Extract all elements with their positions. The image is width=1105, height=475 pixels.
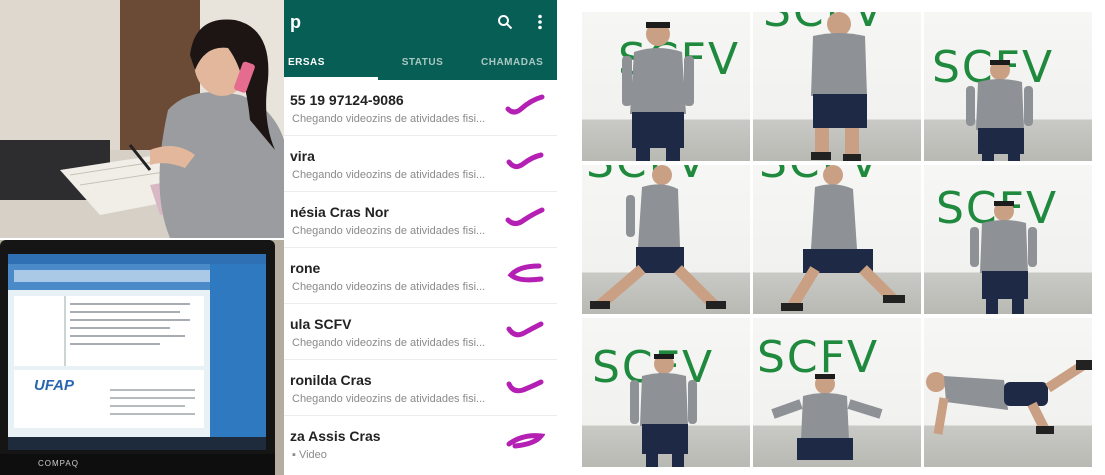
handdrawn-check-mark (505, 207, 545, 226)
chat-preview: Chegando videozins de atividades fisi... (292, 281, 486, 293)
chat-row[interactable]: ronilda Cras Chegando videozins de ativi… (284, 360, 557, 416)
chat-row[interactable]: rone Chegando videozins de atividades fi… (284, 248, 557, 304)
handdrawn-check-mark (506, 379, 544, 394)
chat-preview: Chegando videozins de atividades fisi... (292, 169, 486, 181)
chat-row[interactable]: ula SCFV Chegando videozins de atividade… (284, 304, 557, 360)
photo-woman-on-phone (0, 0, 290, 238)
tab-bar: ERSAS STATUS CHAMADAS (284, 50, 557, 80)
chat-name: nésia Cras Nor (290, 204, 389, 220)
chat-row[interactable]: nésia Cras Nor Chegando videozins de ati… (284, 192, 557, 248)
person-illustration (966, 60, 1033, 161)
laptop-brand: COMPAQ (38, 459, 79, 468)
laptop-logo: UFAP (34, 377, 75, 394)
exercise-photo: SCFV (753, 12, 921, 161)
chat-name: vira (290, 148, 315, 164)
handdrawn-check-mark (506, 152, 544, 170)
person-illustration (590, 165, 726, 310)
chat-preview: Chegando videozins de atividades fisi... (292, 393, 486, 405)
chat-row[interactable]: vira Chegando videozins de atividades fi… (284, 136, 557, 192)
chat-preview: Chegando videozins de atividades fisi... (292, 337, 486, 349)
exercise-photo (924, 318, 1092, 467)
photo-laptop-screen: UFAP COMPAQ (0, 240, 290, 475)
person-illustration (622, 22, 694, 161)
search-icon[interactable] (497, 14, 513, 35)
woman-on-phone-illustration (0, 0, 290, 238)
chat-preview: Chegando videozins de atividades fisi... (292, 225, 486, 237)
tab-status[interactable]: STATUS (378, 50, 468, 80)
chat-preview: ▪ Video (292, 449, 327, 461)
chat-name: rone (290, 260, 321, 276)
tab-conversas[interactable]: ERSAS (284, 50, 378, 80)
tab-chamadas[interactable]: CHAMADAS (467, 50, 557, 80)
chat-row[interactable]: 55 19 97124-9086 Chegando videozins de a… (284, 80, 557, 136)
chat-name: 55 19 97124-9086 (290, 92, 404, 108)
handdrawn-check-mark (507, 263, 544, 283)
chat-name: ula SCFV (290, 316, 352, 332)
person-illustration (811, 12, 867, 161)
person-illustration (771, 374, 883, 460)
handdrawn-check-mark (506, 433, 545, 449)
chat-name: za Assis Cras (290, 428, 381, 444)
exercise-photo: SCFV (582, 165, 750, 314)
exercise-photo: SCFV (924, 12, 1092, 161)
person-illustration (970, 201, 1037, 314)
exercise-photo: SCFV (924, 165, 1092, 314)
app-title: p (290, 12, 301, 32)
whatsapp-screen: p ERSAS STATUS CHAMADAS 55 19 97124-9086… (284, 0, 557, 475)
chat-row[interactable]: za Assis Cras ▪ Video (284, 416, 557, 472)
exercise-photo: SCFV (753, 165, 921, 314)
laptop-illustration (0, 240, 290, 475)
chat-preview: Chegando videozins de atividades fisi... (292, 113, 486, 125)
whatsapp-header: p ERSAS STATUS CHAMADAS (284, 0, 557, 80)
exercise-photo: SCFV (582, 12, 750, 161)
person-illustration (781, 165, 905, 311)
exercise-photo: SCFV (582, 318, 750, 467)
more-options-icon[interactable] (537, 14, 543, 35)
exercise-photo-grid: SCFV SCFV SCFV SCFV (582, 12, 1092, 467)
exercise-photo: SCFV (753, 318, 921, 467)
handdrawn-check-mark (505, 94, 545, 115)
chat-name: ronilda Cras (290, 372, 372, 388)
chat-list: 55 19 97124-9086 Chegando videozins de a… (284, 80, 557, 475)
person-illustration (630, 354, 697, 467)
handdrawn-check-mark (506, 321, 544, 338)
person-illustration (926, 360, 1092, 435)
